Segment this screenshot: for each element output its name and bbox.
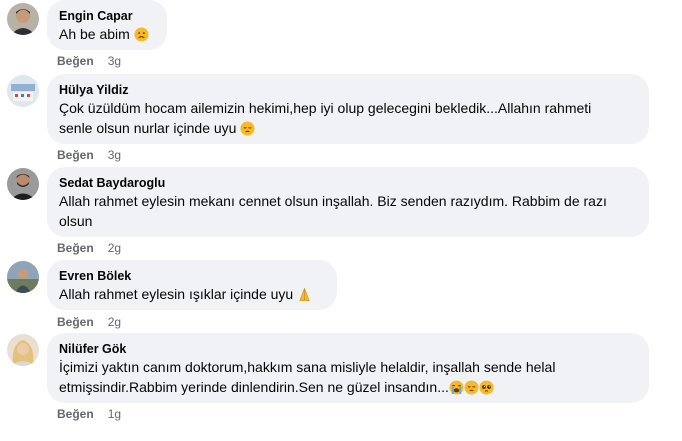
comment-text: Ah be abim: [59, 24, 155, 44]
comment-timestamp[interactable]: 2g: [108, 315, 121, 329]
like-button[interactable]: Beğen: [57, 407, 94, 421]
comment-text-line: etmişsindir.Rabbim yerinde dinlendirin.S…: [59, 377, 637, 397]
like-button[interactable]: Beğen: [57, 315, 94, 329]
comment-timestamp[interactable]: 1g: [108, 407, 121, 421]
avatar[interactable]: [7, 75, 39, 107]
comment-meta: Beğen 2g: [57, 240, 121, 256]
comment-text-line: senle olsun nurlar içinde uyu: [59, 118, 637, 138]
comment-author[interactable]: Engin Capar: [59, 8, 155, 24]
comment-bubble: Engin Capar Ah be abim: [47, 0, 167, 50]
comment-author[interactable]: Hülya Yildiz: [59, 82, 637, 98]
comment-bubble: Sedat Baydaroglu Allah rahmet eylesin me…: [47, 167, 649, 237]
comment-text: Allah rahmet eylesin ışıklar içinde uyu: [59, 284, 325, 304]
comment-text-line: İçimizi yaktın canım doktorum,hakkım san…: [59, 359, 556, 375]
comment-text-content: Ah be abim: [59, 26, 130, 42]
frowning-face-emoji-icon: [134, 27, 149, 42]
comment-text-content: Allah rahmet eylesin ışıklar içinde uyu: [59, 286, 294, 302]
folded-hands-emoji-icon: [297, 287, 312, 302]
comment-meta: Beğen 2g: [57, 314, 121, 330]
comment-timestamp[interactable]: 2g: [108, 241, 121, 255]
loudly-crying-face-emoji-icon: [449, 380, 464, 395]
like-button[interactable]: Beğen: [57, 148, 94, 162]
comment-bubble: Hülya Yildiz Çok üzüldüm hocam ailemizin…: [47, 74, 649, 144]
comment-meta: Beğen 3g: [57, 53, 121, 69]
avatar[interactable]: [7, 168, 39, 200]
avatar[interactable]: [7, 3, 39, 35]
comment-timestamp[interactable]: 3g: [108, 148, 121, 162]
comment-text-line: Çok üzüldüm hocam ailemizin hekimi,hep i…: [59, 100, 592, 116]
comment-timestamp[interactable]: 3g: [108, 54, 121, 68]
avatar[interactable]: [7, 261, 39, 293]
comment-text-line: olsun: [59, 213, 93, 229]
pensive-face-emoji-icon: [464, 380, 479, 395]
like-button[interactable]: Beğen: [57, 54, 94, 68]
comment-meta: Beğen 1g: [57, 406, 121, 422]
comment-text-content: etmişsindir.Rabbim yerinde dinlendirin.S…: [59, 379, 449, 395]
like-button[interactable]: Beğen: [57, 241, 94, 255]
comment-meta: Beğen 3g: [57, 147, 121, 163]
pleading-face-emoji-icon: [479, 380, 494, 395]
comment-bubble: Nilüfer Gök İçimizi yaktın canım doktoru…: [47, 333, 649, 403]
comment-bubble: Evren Bölek Allah rahmet eylesin ışıklar…: [47, 260, 337, 310]
comment-text-content: senle olsun nurlar içinde uyu: [59, 120, 237, 136]
comment-author[interactable]: Nilüfer Gök: [59, 341, 637, 357]
comment-author[interactable]: Evren Bölek: [59, 268, 325, 284]
comment-text-line: Allah rahmet eylesin mekanı cennet olsun…: [59, 193, 607, 209]
avatar[interactable]: [7, 334, 39, 366]
comment-author[interactable]: Sedat Baydaroglu: [59, 175, 637, 191]
pensive-face-emoji-icon: [240, 121, 255, 136]
